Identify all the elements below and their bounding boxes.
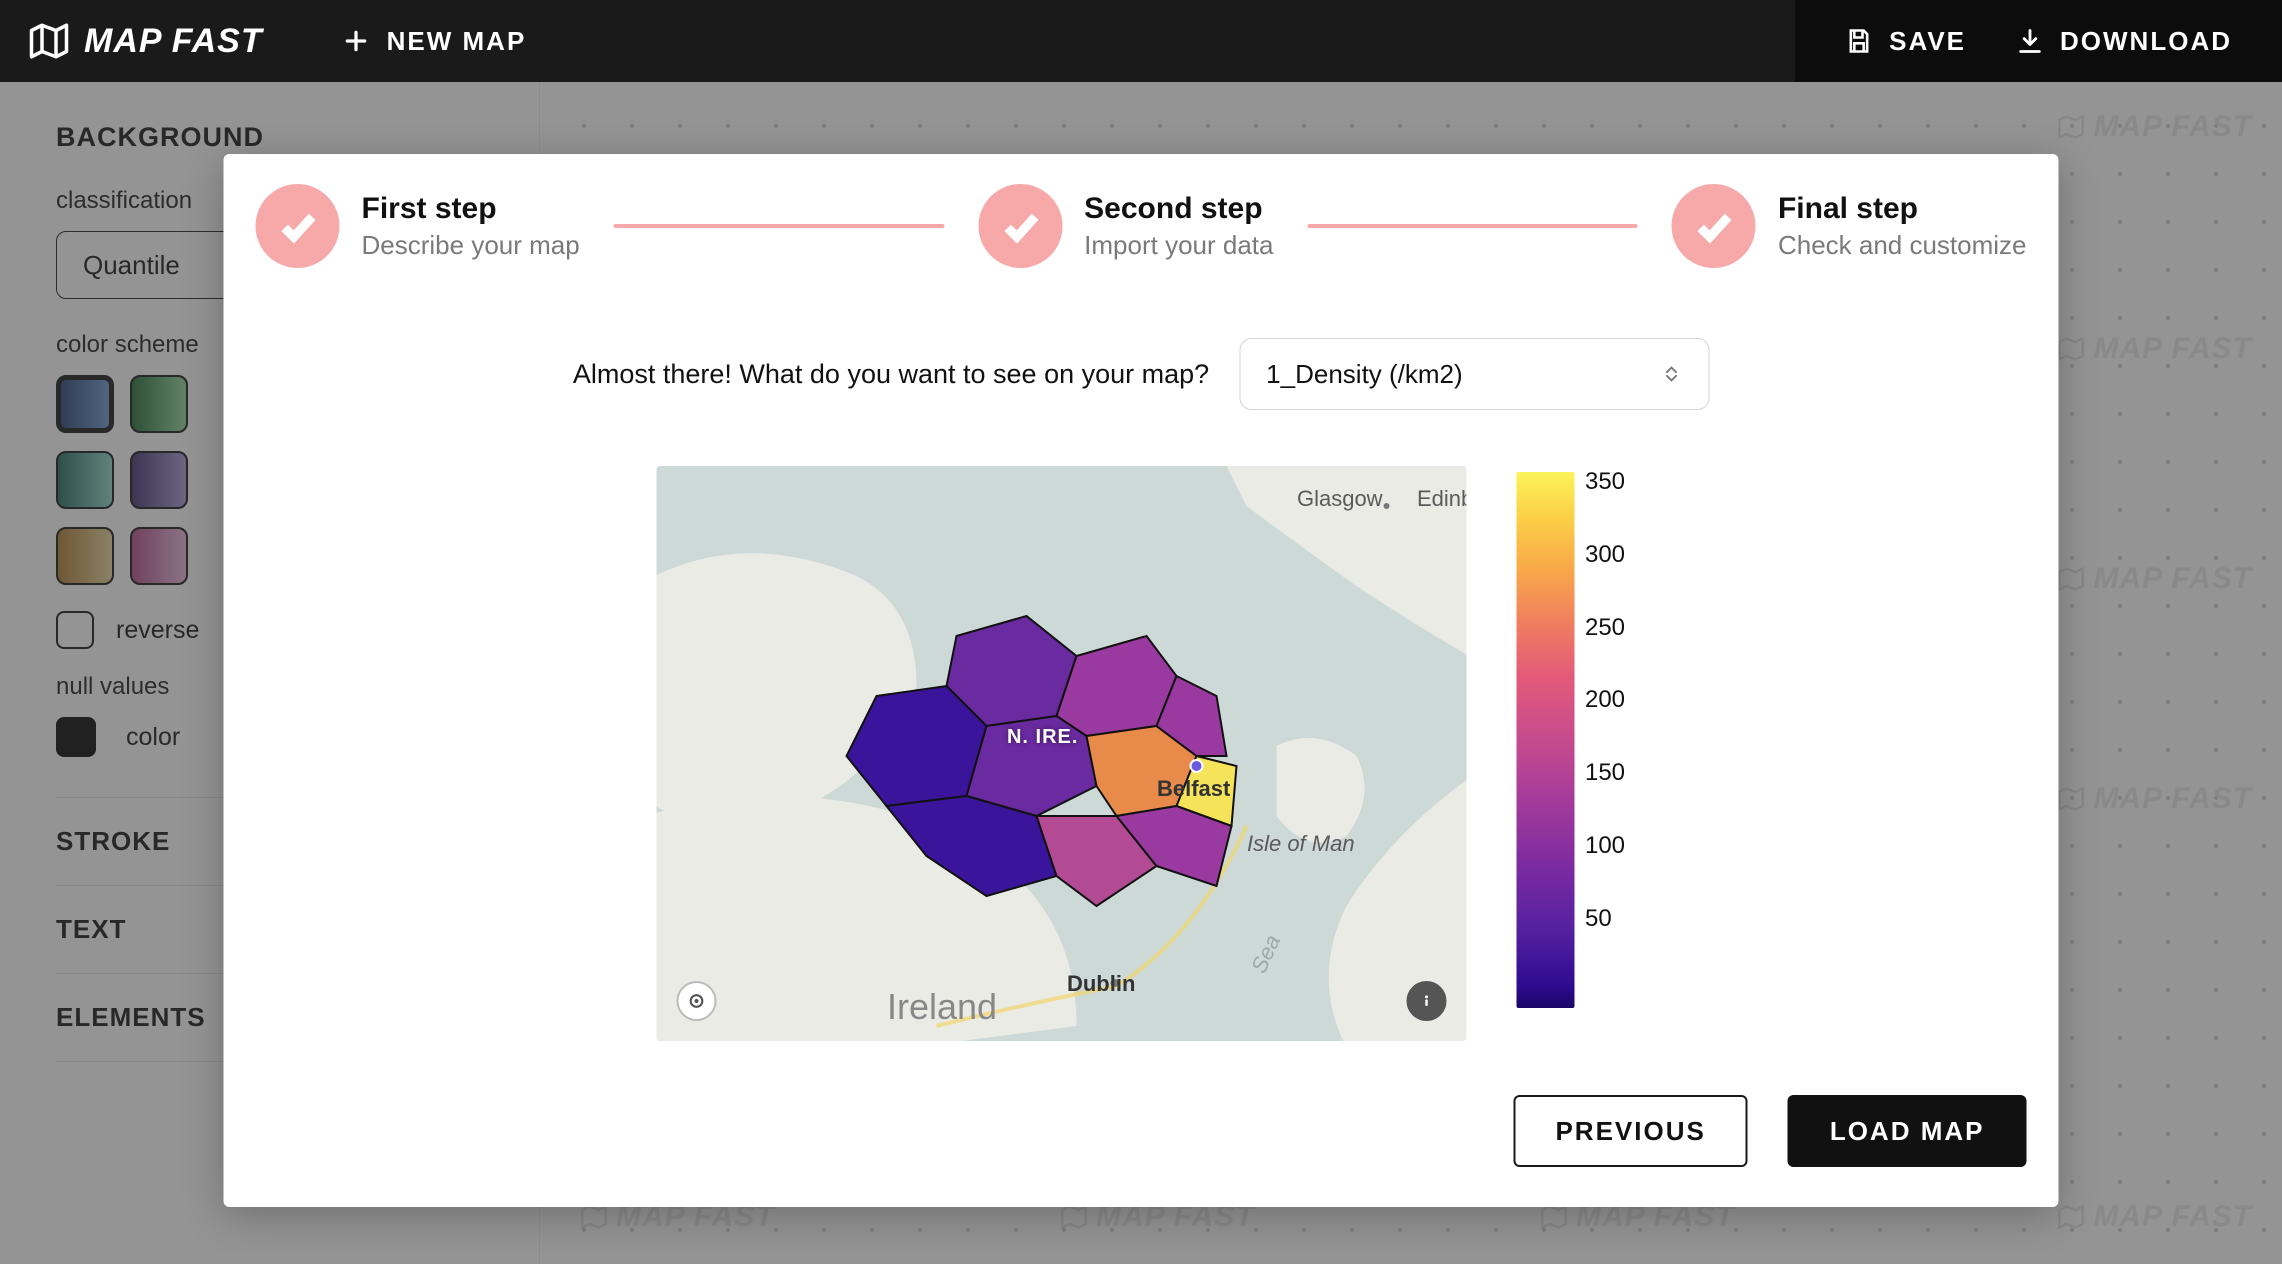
workspace: BACKGROUND classification Quantile color… xyxy=(0,82,2282,1264)
map-label-ireland: Ireland xyxy=(887,986,997,1028)
step-3: Final step Check and customize xyxy=(1672,184,2027,268)
color-legend: 350 300 250 200 150 100 50 xyxy=(1517,466,1625,1041)
variable-row: Almost there! What do you want to see on… xyxy=(256,338,2027,410)
legend-tick: 50 xyxy=(1585,907,1625,931)
topbar: MAP FAST NEW MAP SAVE DOWNLOAD xyxy=(0,0,2282,82)
variable-select[interactable]: 1_Density (/km2) xyxy=(1239,338,1709,410)
topbar-right: SAVE DOWNLOAD xyxy=(1795,0,2282,82)
step-3-title: Final step xyxy=(1778,192,2027,226)
legend-tick: 100 xyxy=(1585,834,1625,858)
preview-row: Glasgow Edinburgh N. IRE. Belfast Isle o… xyxy=(256,466,2027,1041)
step-2-subtitle: Import your data xyxy=(1084,230,1273,261)
step-line xyxy=(614,224,944,228)
previous-label: PREVIOUS xyxy=(1555,1116,1705,1147)
step-1-title: First step xyxy=(362,192,580,226)
step-1-subtitle: Describe your map xyxy=(362,230,580,261)
legend-ticks: 350 300 250 200 150 100 50 xyxy=(1585,466,1625,1041)
map-label-belfast: Belfast xyxy=(1157,776,1230,802)
brand-logo[interactable]: MAP FAST xyxy=(0,20,303,62)
check-icon xyxy=(1692,204,1736,248)
save-icon xyxy=(1845,27,1873,55)
map-label-iom: Isle of Man xyxy=(1247,831,1355,857)
map-preview[interactable]: Glasgow Edinburgh N. IRE. Belfast Isle o… xyxy=(657,466,1467,1041)
new-map-button[interactable]: NEW MAP xyxy=(303,0,567,82)
stepper: First step Describe your map Second step… xyxy=(256,184,2027,268)
variable-question: Almost there! What do you want to see on… xyxy=(573,359,1209,390)
map-icon xyxy=(28,20,70,62)
check-icon xyxy=(276,204,320,248)
step-2: Second step Import your data xyxy=(978,184,1273,268)
legend-tick: 350 xyxy=(1585,470,1625,494)
save-button[interactable]: SAVE xyxy=(1845,26,1966,57)
step-2-dot xyxy=(978,184,1062,268)
info-icon xyxy=(1417,991,1437,1011)
load-map-button[interactable]: LOAD MAP xyxy=(1788,1095,2027,1167)
target-icon xyxy=(687,991,707,1011)
variable-selected: 1_Density (/km2) xyxy=(1266,359,1463,390)
map-label-dublin: Dublin xyxy=(1067,971,1135,997)
step-1: First step Describe your map xyxy=(256,184,580,268)
map-label-edinburgh: Edinburgh xyxy=(1417,486,1467,512)
step-2-title: Second step xyxy=(1084,192,1273,226)
wizard-footer: PREVIOUS LOAD MAP xyxy=(256,1095,2027,1167)
wizard-modal: First step Describe your map Second step… xyxy=(224,154,2059,1207)
select-stepper-icon xyxy=(1660,363,1682,385)
legend-tick: 150 xyxy=(1585,761,1625,785)
new-map-label: NEW MAP xyxy=(387,26,527,57)
step-1-dot xyxy=(256,184,340,268)
download-label: DOWNLOAD xyxy=(2060,26,2232,57)
basemap xyxy=(657,466,1467,1041)
save-label: SAVE xyxy=(1889,26,1966,57)
legend-bar xyxy=(1517,472,1575,1008)
map-label-glasgow: Glasgow xyxy=(1297,486,1383,512)
previous-button[interactable]: PREVIOUS xyxy=(1513,1095,1747,1167)
download-icon xyxy=(2016,27,2044,55)
download-button[interactable]: DOWNLOAD xyxy=(2016,26,2232,57)
plus-icon xyxy=(343,28,369,54)
legend-tick: 250 xyxy=(1585,616,1625,640)
step-3-dot xyxy=(1672,184,1756,268)
brand-text: MAP FAST xyxy=(84,22,263,61)
legend-tick: 200 xyxy=(1585,688,1625,712)
check-icon xyxy=(998,204,1042,248)
load-map-label: LOAD MAP xyxy=(1830,1116,1985,1147)
step-3-subtitle: Check and customize xyxy=(1778,230,2027,261)
step-line xyxy=(1307,224,1637,228)
map-label-ni: N. IRE. xyxy=(1007,726,1078,749)
legend-tick: 300 xyxy=(1585,543,1625,567)
